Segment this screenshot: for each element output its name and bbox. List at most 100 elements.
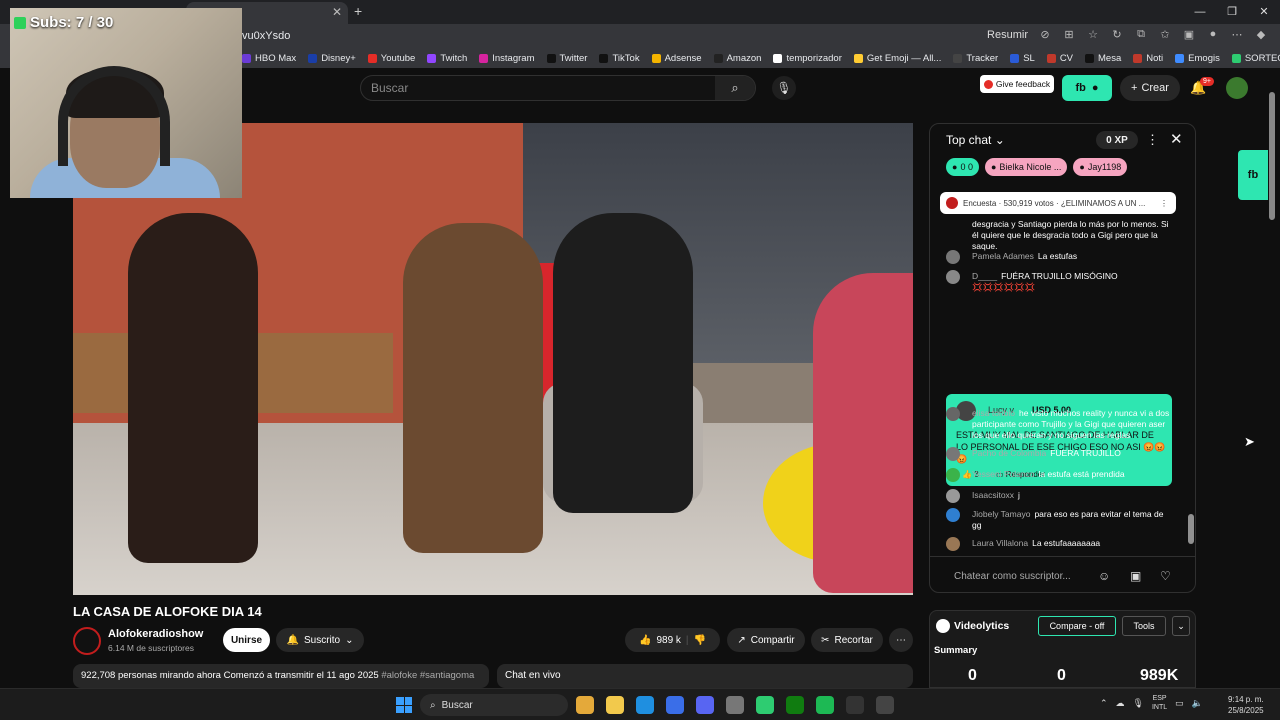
- subscribed-button[interactable]: 🔔 Suscrito ⌄: [276, 628, 364, 652]
- network-icon[interactable]: ▭: [1175, 698, 1184, 709]
- channel-name[interactable]: Alofokeradioshow: [108, 628, 203, 640]
- chat-options-icon[interactable]: ⋮: [1146, 132, 1159, 148]
- clock-time: 9:14 p. m.: [1228, 695, 1264, 704]
- poll-banner[interactable]: Encuesta · 530,919 votos · ¿ELIMINAMOS A…: [940, 192, 1176, 214]
- restore-icon[interactable]: ❐: [1216, 0, 1248, 24]
- create-button[interactable]: + Crear: [1120, 75, 1180, 101]
- xp-badge[interactable]: 0 XP: [1096, 131, 1138, 149]
- emoji-icon[interactable]: ☺: [1098, 569, 1110, 583]
- edge-icon[interactable]: [636, 696, 654, 714]
- bookmark-item[interactable]: TikTok: [599, 53, 640, 64]
- bookmark-item[interactable]: Twitch: [427, 53, 467, 64]
- give-feedback-button[interactable]: Give feedback: [980, 75, 1054, 93]
- bookmark-item[interactable]: Emogis: [1175, 53, 1220, 64]
- store-icon[interactable]: [666, 696, 684, 714]
- bookmark-item[interactable]: Mesa: [1085, 53, 1121, 64]
- search-icon[interactable]: ⌕: [715, 76, 755, 100]
- bookmark-item[interactable]: Disney+: [308, 53, 356, 64]
- close-icon[interactable]: ✕: [1170, 130, 1183, 148]
- extensions-icon[interactable]: ⧉: [1134, 28, 1148, 42]
- description-box[interactable]: 922,708 personas mirando ahora Comenzó a…: [73, 664, 489, 688]
- bookmark-item[interactable]: temporizador: [773, 53, 842, 64]
- refresh-icon[interactable]: ↻: [1110, 28, 1124, 42]
- bookmark-item[interactable]: Adsense: [651, 53, 702, 64]
- spotify-icon[interactable]: [816, 696, 834, 714]
- share-button[interactable]: ↗ Compartir: [727, 628, 805, 652]
- minimize-icon[interactable]: —: [1184, 0, 1216, 24]
- collapse-icon[interactable]: ⌄: [1172, 616, 1190, 636]
- copilot-app-icon[interactable]: [576, 696, 594, 714]
- bookmark-item[interactable]: Noti: [1133, 53, 1163, 64]
- compare-toggle[interactable]: Compare - off: [1038, 616, 1116, 636]
- chat-chip[interactable]: ● Jay1198: [1073, 158, 1128, 176]
- cloud-icon[interactable]: ☁: [1116, 698, 1125, 709]
- apps-icon[interactable]: ⊞: [1062, 28, 1076, 42]
- chat-mode-selector[interactable]: Top chat ⌄: [946, 133, 1005, 147]
- chat-message-text: La estufas: [1037, 251, 1078, 261]
- clip-button[interactable]: ✂ Recortar: [811, 628, 883, 652]
- chatgpt-icon[interactable]: [876, 696, 894, 714]
- chat-chip[interactable]: ● 0 0: [946, 158, 979, 176]
- bookmark-item[interactable]: Tracker: [953, 53, 998, 64]
- avatar: [946, 468, 960, 482]
- bookmark-item[interactable]: SL: [1010, 53, 1035, 64]
- bookmark-item[interactable]: CV: [1046, 53, 1073, 64]
- taskbar-search[interactable]: ⌕ Buscar: [420, 694, 568, 716]
- tab-close-icon[interactable]: ✕: [332, 5, 342, 19]
- translate-icon[interactable]: ⊘: [1038, 28, 1052, 42]
- bookmark-icon: [427, 53, 437, 63]
- volume-icon[interactable]: 🔈: [1192, 698, 1203, 709]
- favorites-icon[interactable]: ✩: [1158, 28, 1172, 42]
- chevron-up-icon[interactable]: ⌃: [1100, 698, 1108, 709]
- extension-side-button[interactable]: fb: [1238, 150, 1268, 200]
- join-button[interactable]: Unirse: [223, 628, 270, 652]
- bookmark-item[interactable]: Twitter: [546, 53, 587, 64]
- clock[interactable]: 9:14 p. m. 25/8/2025: [1228, 694, 1264, 716]
- bookmark-item[interactable]: Youtube: [367, 53, 415, 64]
- bookmark-item[interactable]: Amazon: [713, 53, 761, 64]
- resume-button[interactable]: Resumir: [987, 29, 1028, 41]
- chat-scroll-thumb[interactable]: [1188, 514, 1194, 544]
- thumbs-down-icon[interactable]: 👎: [694, 635, 706, 646]
- copilot-icon[interactable]: ◆: [1254, 28, 1268, 42]
- bookmark-item[interactable]: SORTEO PICKER: [1231, 53, 1280, 64]
- star-icon[interactable]: ☆: [1086, 28, 1100, 42]
- file-explorer-icon[interactable]: [606, 696, 624, 714]
- collections-icon[interactable]: ▣: [1182, 28, 1196, 42]
- bookmark-item[interactable]: HBO Max: [242, 53, 296, 64]
- url-field[interactable]: vu0xYsdo: [242, 30, 290, 42]
- extension-logo-icon: fb: [1075, 82, 1086, 94]
- xbox-icon[interactable]: [786, 696, 804, 714]
- description-tags[interactable]: #alofoke #santiagoma: [381, 670, 474, 681]
- bookmark-item[interactable]: Get Emoji — All...: [853, 53, 941, 64]
- menu-dots-icon[interactable]: ⋯: [1230, 28, 1244, 42]
- super-chat-icon[interactable]: ▣: [1130, 569, 1141, 583]
- tools-dropdown[interactable]: Tools: [1122, 616, 1166, 636]
- obs-icon[interactable]: [726, 696, 744, 714]
- page-scroll-thumb[interactable]: [1269, 92, 1275, 220]
- poll-options-icon[interactable]: ⋮: [1160, 199, 1168, 208]
- like-button[interactable]: 👍 989 k | 👎: [625, 628, 720, 652]
- discord-icon[interactable]: [696, 696, 714, 714]
- profile-icon[interactable]: ●: [1206, 28, 1220, 42]
- chat-chip[interactable]: ● Bielka Nicole ...: [984, 158, 1068, 176]
- heart-icon[interactable]: ♡: [1160, 569, 1171, 583]
- microphone-icon[interactable]: 🎙: [772, 76, 796, 100]
- avatar[interactable]: [1226, 77, 1248, 99]
- bookmark-item[interactable]: Instagram: [479, 53, 535, 64]
- chat-input[interactable]: Chatear como suscriptor...: [954, 571, 1071, 582]
- language-indicator[interactable]: ESP INTL: [1152, 694, 1167, 712]
- page-scrollbar[interactable]: [1268, 90, 1276, 680]
- app-icon[interactable]: [756, 696, 774, 714]
- windows-start-icon[interactable]: [396, 697, 412, 713]
- extension-button[interactable]: fb ●: [1062, 75, 1112, 101]
- live-chat-panel[interactable]: Chat en vivo: [497, 664, 913, 688]
- capcut-icon[interactable]: [846, 696, 864, 714]
- search-input[interactable]: Buscar ⌕: [360, 75, 756, 101]
- chat-scrollbar[interactable]: [1188, 184, 1194, 549]
- channel-avatar[interactable]: [73, 627, 101, 655]
- new-tab-icon[interactable]: +: [354, 3, 362, 19]
- more-actions-icon[interactable]: ⋯: [889, 628, 913, 652]
- close-window-icon[interactable]: ✕: [1248, 0, 1280, 24]
- mic-tray-icon[interactable]: 🎙: [1133, 698, 1144, 709]
